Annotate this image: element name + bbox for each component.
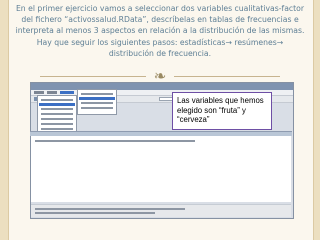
menu-item-estadisticas[interactable]: [60, 91, 74, 94]
message-line: [35, 212, 155, 214]
callout-box: Las variables que hemos elegido son “fru…: [172, 92, 272, 130]
output-line: [35, 140, 195, 142]
messages-panel: [31, 204, 291, 217]
dropdown-item[interactable]: [41, 118, 73, 120]
dropdown-item[interactable]: [41, 113, 73, 115]
dropdown-item[interactable]: [41, 108, 73, 110]
resumenes-submenu[interactable]: [77, 89, 117, 115]
dropdown-item[interactable]: [41, 123, 73, 125]
output-panel: [31, 136, 291, 202]
dropdown-item-resumenes[interactable]: [39, 103, 75, 106]
slide-intro-text: En el primer ejercicio vamos a seleccion…: [15, 4, 305, 58]
window-titlebar: [31, 83, 293, 90]
dropdown-item[interactable]: [41, 128, 73, 130]
dropdown-item[interactable]: [41, 99, 73, 101]
menu-item[interactable]: [34, 91, 44, 94]
submenu-item[interactable]: [81, 93, 113, 95]
divider-left: [40, 76, 146, 77]
submenu-item-distribucion-frecuencias[interactable]: [79, 97, 115, 100]
menu-item[interactable]: [47, 91, 57, 94]
message-line: [35, 208, 185, 210]
submenu-item[interactable]: [81, 107, 113, 109]
divider-right: [174, 76, 280, 77]
submenu-item[interactable]: [81, 102, 113, 104]
